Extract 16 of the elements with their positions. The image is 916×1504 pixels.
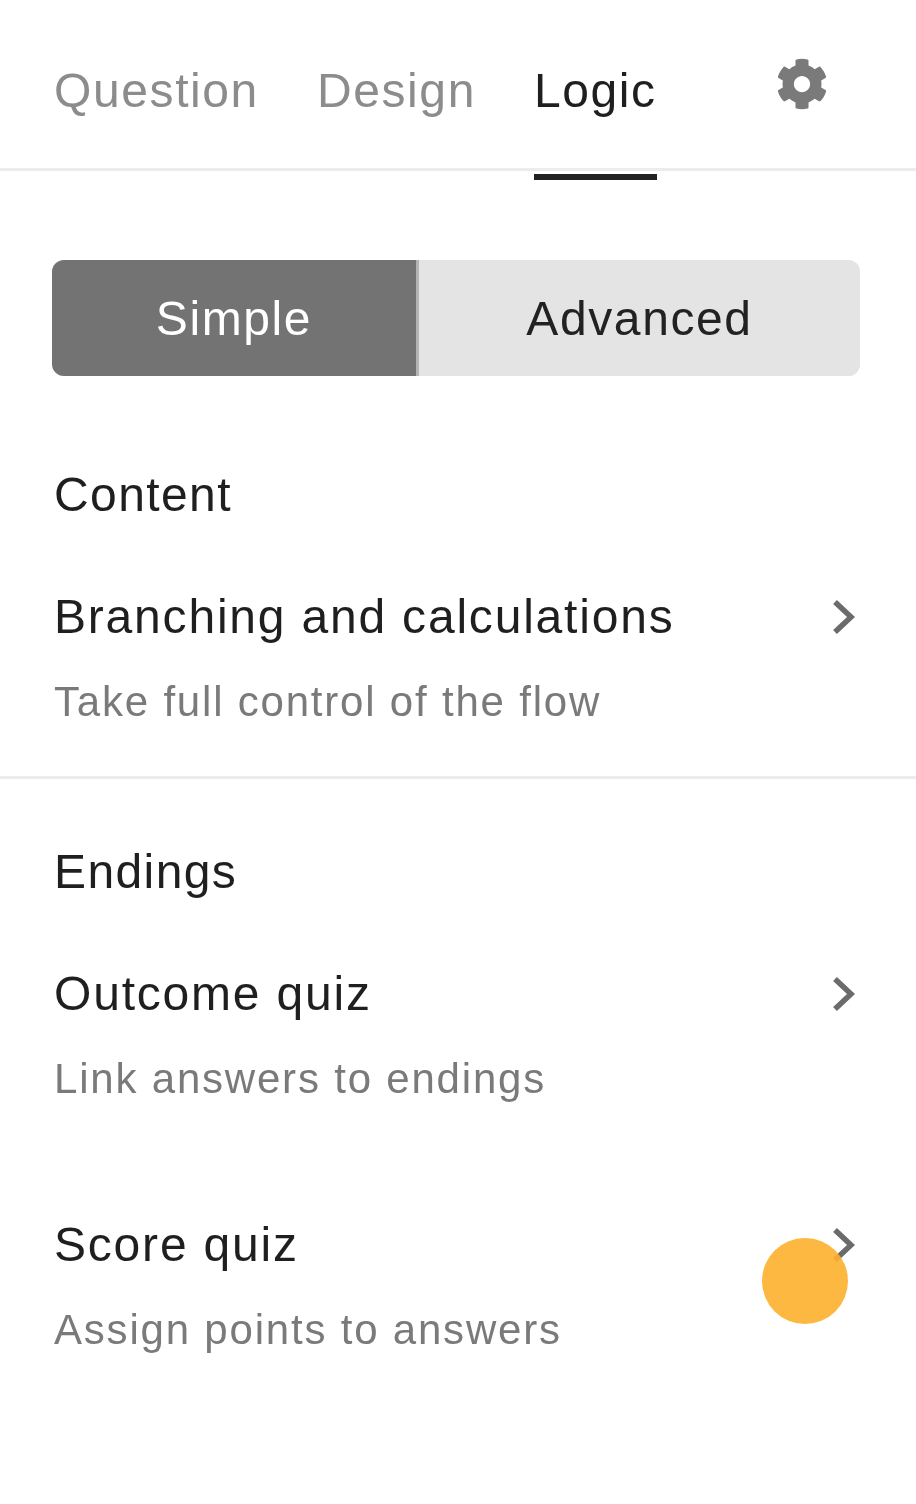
chevron-right-icon [831,599,857,635]
section-heading: Content [54,467,233,523]
item-description: Assign points to answers [54,1305,562,1355]
list-item[interactable]: Outcome quiz Link answers to endings [54,902,857,1153]
settings-icon[interactable] [776,58,828,110]
item-title: Outcome quiz [54,966,372,1022]
tab[interactable]: Logic [533,0,657,180]
item-description: Link answers to endings [54,1054,546,1104]
list-item[interactable]: Score quiz Assign points to answers [54,1153,857,1404]
chevron-right-icon [831,976,857,1012]
item-description: Take full control of the flow [54,677,602,727]
section-heading: Endings [54,844,239,900]
mode-segment[interactable]: Simple [52,260,416,376]
list-item[interactable]: Branching and calculations Take full control of the flow [54,525,857,776]
item-title: Branching and calculations [54,589,675,645]
item-title: Score quiz [54,1217,299,1273]
